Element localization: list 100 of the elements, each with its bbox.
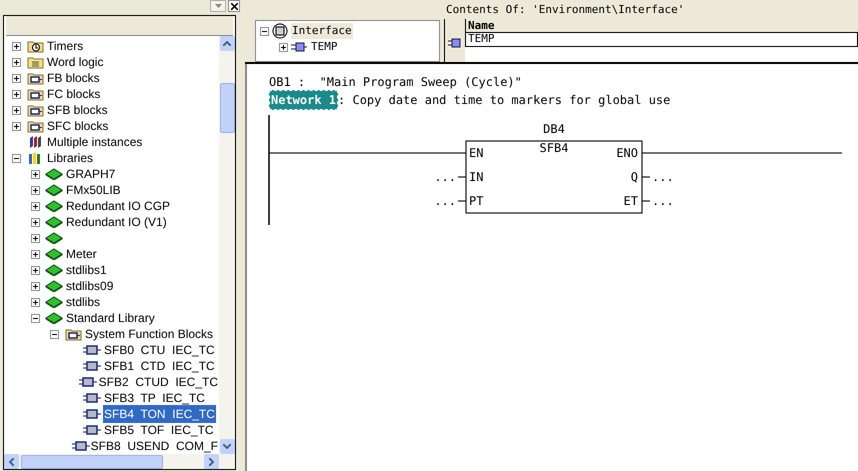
scroll-thumb[interactable]	[220, 83, 234, 133]
input-pin-label: EN	[469, 146, 484, 160]
right-caret-icon	[209, 458, 214, 466]
instance-name: DB4	[543, 122, 565, 136]
collapse-toggle-icon[interactable]	[12, 154, 21, 162]
book-icon	[45, 296, 63, 308]
tree-item[interactable]: Libraries	[46, 149, 94, 167]
expand-toggle-icon[interactable]	[31, 282, 40, 290]
block-folder-icon	[26, 119, 44, 133]
output-pin-label: Q	[630, 170, 638, 184]
tree-item[interactable]: SFB4 TON IEC_TC	[103, 405, 216, 423]
block-folder-icon	[26, 103, 44, 117]
book-icon	[45, 248, 63, 260]
vertical-scrollbar[interactable]	[219, 36, 235, 454]
expand-toggle-icon[interactable]	[31, 250, 40, 258]
tree-item[interactable]: Word logic	[46, 53, 104, 71]
tree-item[interactable]: System Function Blocks	[84, 325, 214, 343]
expand-toggle-icon[interactable]	[12, 106, 21, 114]
tree-item[interactable]: FMx50LIB	[65, 181, 122, 199]
input-pin-label: IN	[469, 170, 484, 184]
book-icon	[45, 184, 63, 196]
tree-item[interactable]: SFB1 CTD IEC_TC	[103, 357, 216, 375]
tree-item[interactable]: GRAPH7	[65, 165, 116, 183]
scroll-left-button[interactable]	[4, 454, 19, 469]
tree-item[interactable]: FC blocks	[46, 85, 102, 103]
clock-folder-icon	[26, 39, 44, 53]
pin-line	[642, 200, 650, 202]
block-icon	[79, 377, 98, 387]
collapse-toggle-icon[interactable]	[31, 314, 40, 322]
operand-field[interactable]: ...	[434, 170, 456, 184]
tree-item[interactable]: Standard Library	[65, 309, 156, 327]
tree-item[interactable]: stdlibs	[65, 293, 102, 311]
book-icon	[45, 232, 63, 244]
pin-line	[642, 176, 650, 178]
caret-icon	[214, 4, 222, 8]
expand-toggle-icon[interactable]	[12, 90, 21, 98]
book-icon	[45, 168, 63, 180]
network-label[interactable]: Network 1	[269, 90, 338, 110]
tree-item[interactable]: SFB5 TOF IEC_TC	[103, 421, 215, 439]
interface-icon	[272, 23, 288, 39]
block-icon	[83, 393, 101, 403]
tree-item[interactable]: SFB0 CTU IEC_TC	[103, 341, 216, 359]
network-title: : Copy date and time to markers for global use	[338, 92, 670, 109]
tree-item[interactable]: Redundant IO CGP	[65, 197, 172, 215]
tree-item[interactable]: Meter	[65, 245, 98, 263]
tree-item[interactable]: stdlibs09	[65, 277, 114, 295]
expand-toggle-icon[interactable]	[12, 122, 21, 130]
tree-item[interactable]: Multiple instances	[46, 133, 144, 151]
expand-toggle-icon[interactable]	[31, 186, 40, 194]
scroll-right-button[interactable]	[204, 454, 219, 469]
operand-field[interactable]: ...	[652, 194, 674, 208]
block-folder-icon	[26, 87, 44, 101]
expand-toggle-icon[interactable]	[12, 74, 21, 82]
block-type: SFB4	[540, 141, 568, 155]
tree-item[interactable]: TEMP	[310, 38, 338, 56]
horizontal-scrollbar[interactable]	[4, 454, 235, 469]
column-header[interactable]: Name	[465, 19, 858, 32]
expand-toggle-icon[interactable]	[31, 266, 40, 274]
scroll-down-button[interactable]	[220, 439, 234, 454]
block-folder-icon	[64, 327, 82, 341]
tree-item[interactable]: stdlibs1	[65, 261, 108, 279]
up-caret-icon	[223, 41, 231, 46]
left-caret-icon	[9, 458, 14, 466]
block-title: OB1 : "Main Program Sweep (Cycle)"	[269, 74, 523, 91]
contents-title: Contents Of: 'Environment\Interface'	[445, 2, 686, 18]
block-icon	[83, 345, 101, 355]
tree-item[interactable]: FB blocks	[46, 69, 101, 87]
operand-field[interactable]: ...	[434, 194, 456, 208]
output-pin-label: ENO	[616, 146, 638, 160]
pin-line	[458, 176, 466, 178]
book-icon	[45, 312, 63, 324]
expand-toggle-icon[interactable]	[12, 42, 21, 50]
operand-field[interactable]: ...	[652, 170, 674, 184]
expand-toggle-icon[interactable]	[31, 202, 40, 210]
tree-item[interactable]: SFC blocks	[46, 117, 110, 135]
table-cell[interactable]: TEMP	[465, 33, 858, 47]
tree-item[interactable]: SFB3 TP IEC_TC	[103, 389, 206, 407]
expand-toggle-icon[interactable]	[31, 234, 40, 242]
expand-toggle-icon[interactable]	[31, 170, 40, 178]
expand-toggle-icon[interactable]	[12, 58, 21, 66]
expand-toggle-icon[interactable]	[31, 298, 40, 306]
tree-item[interactable]: SFB2 CTUD IEC_TC	[98, 373, 219, 391]
expand-toggle-icon[interactable]	[31, 218, 40, 226]
tree-item[interactable]: SFB8 USEND COM_F	[90, 437, 219, 454]
collapse-toggle-icon[interactable]	[50, 330, 59, 338]
book-icon	[45, 280, 63, 292]
close-button[interactable]	[228, 0, 240, 12]
function-block[interactable]	[466, 140, 642, 214]
block-folder-icon	[26, 71, 44, 85]
pin-line	[458, 200, 466, 202]
block-icon	[83, 425, 101, 435]
scroll-thumb[interactable]	[21, 454, 163, 468]
tree-item[interactable]: Redundant IO (V1)	[65, 213, 168, 231]
block-icon	[83, 361, 101, 371]
scroll-up-button[interactable]	[220, 36, 234, 51]
tree-item[interactable]: SFB blocks	[46, 101, 109, 119]
tree-item[interactable]: Timers	[46, 37, 84, 55]
tree-item[interactable]: Interface	[291, 22, 353, 40]
collapse-toggle-icon[interactable]	[260, 26, 269, 36]
expand-toggle-icon[interactable]	[279, 42, 288, 52]
